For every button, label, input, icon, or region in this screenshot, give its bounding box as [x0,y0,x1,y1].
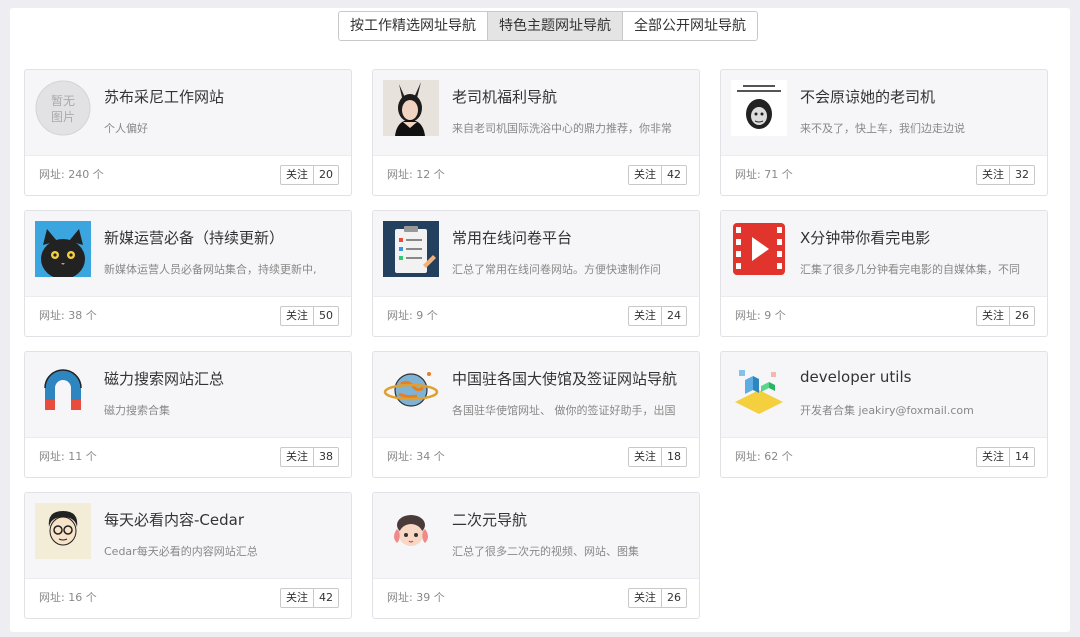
nav-card[interactable]: 中国驻各国大使馆及签证网站导航 各国驻华使馆网址、 做你的签证好助手，出国 网址… [372,351,700,478]
follow-count: 50 [319,309,333,322]
follow-count: 38 [319,450,333,463]
card-description: 新媒体运营人员必备网站集合，持续更新中, [104,263,317,276]
nav-card[interactable]: developer utils 开发者合集 jeakiry@foxmail.co… [720,351,1048,478]
follow-button[interactable]: 关注 42 [280,588,339,608]
follow-count: 42 [667,168,681,181]
nav-card[interactable]: 老司机福利导航 来自老司机国际洗浴中心的鼎力推荐，你非常 网址: 12 个 关注… [372,69,700,196]
follow-count: 42 [319,591,333,604]
follow-label: 关注 [629,448,662,466]
clipboard-survey-icon [383,221,439,277]
meme-face-image [731,80,787,136]
follow-button[interactable]: 关注 18 [628,447,687,467]
card-title[interactable]: 新媒运营必备（持续更新） [104,227,341,248]
follow-button[interactable]: 关注 20 [280,165,339,185]
no-image-placeholder-icon: 暂无 图片 [35,80,91,136]
card-title[interactable]: 二次元导航 [452,509,689,530]
url-count: 网址: 16 个 [39,591,97,604]
card-description: 汇总了很多二次元的视频、网站、图集 [452,545,639,558]
card-description: 来自老司机国际洗浴中心的鼎力推荐，你非常 [452,122,672,135]
cartoon-face-icon [35,503,91,559]
card-description: 各国驻华使馆网址、 做你的签证好助手，出国 [452,404,676,417]
follow-label: 关注 [629,166,662,184]
url-count: 网址: 9 个 [735,309,786,322]
card-title[interactable]: 中国驻各国大使馆及签证网站导航 [452,368,689,389]
follow-button[interactable]: 关注 26 [628,588,687,608]
card-title[interactable]: 苏布采尼工作网站 [104,86,341,107]
follow-label: 关注 [281,307,314,325]
follow-label: 关注 [977,307,1010,325]
card-description: Cedar每天必看的内容网站汇总 [104,545,258,558]
tab-work-selected[interactable]: 按工作精选网址导航 [339,12,488,40]
follow-label: 关注 [281,448,314,466]
card-description: 磁力搜索合集 [104,404,170,417]
follow-label: 关注 [281,166,314,184]
follow-count: 20 [319,168,333,181]
planet-icon [383,362,439,418]
follow-count: 18 [667,450,681,463]
nav-card[interactable]: 磁力搜索网站汇总 磁力搜索合集 网址: 11 个 关注 38 [24,351,352,478]
category-tabs: 按工作精选网址导航 特色主题网址导航 全部公开网址导航 [338,11,758,41]
url-count: 网址: 11 个 [39,450,97,463]
card-description: 个人偏好 [104,122,148,135]
follow-button[interactable]: 关注 26 [976,306,1035,326]
nav-card[interactable]: 不会原谅她的老司机 来不及了，快上车，我们边走边说 网址: 71 个 关注 32 [720,69,1048,196]
follow-label: 关注 [629,589,662,607]
url-count: 网址: 71 个 [735,168,793,181]
bunny-girl-photo [383,80,439,136]
nav-card[interactable]: 暂无 图片 苏布采尼工作网站 个人偏好 网址: 240 个 关注 20 [24,69,352,196]
card-title[interactable]: 老司机福利导航 [452,86,689,107]
nav-card[interactable]: 新媒运营必备（持续更新） 新媒体运营人员必备网站集合，持续更新中, 网址: 38… [24,210,352,337]
card-description: 汇集了很多几分钟看完电影的自媒体集，不同 [800,263,1020,276]
card-title[interactable]: X分钟带你看完电影 [800,227,1037,248]
tab-featured-themes[interactable]: 特色主题网址导航 [488,12,623,40]
follow-label: 关注 [629,307,662,325]
anime-girl-icon [383,503,439,559]
nav-card[interactable]: 二次元导航 汇总了很多二次元的视频、网站、图集 网址: 39 个 关注 26 [372,492,700,619]
follow-count: 32 [1015,168,1029,181]
card-description: 开发者合集 jeakiry@foxmail.com [800,404,974,417]
card-title[interactable]: 常用在线问卷平台 [452,227,689,248]
url-count: 网址: 9 个 [387,309,438,322]
follow-button[interactable]: 关注 32 [976,165,1035,185]
card-title[interactable]: 每天必看内容-Cedar [104,509,341,530]
follow-label: 关注 [281,589,314,607]
tab-all-public[interactable]: 全部公开网址导航 [623,12,757,40]
film-play-icon [731,221,787,277]
follow-button[interactable]: 关注 50 [280,306,339,326]
url-count: 网址: 39 个 [387,591,445,604]
nav-card[interactable]: 常用在线问卷平台 汇总了常用在线问卷网站。方便快速制作问 网址: 9 个 关注 … [372,210,700,337]
follow-count: 26 [667,591,681,604]
follow-label: 关注 [977,166,1010,184]
url-count: 网址: 38 个 [39,309,97,322]
card-title[interactable]: 不会原谅她的老司机 [800,86,1037,107]
magnet-icon [35,362,91,418]
card-description: 汇总了常用在线问卷网站。方便快速制作问 [452,263,661,276]
black-cat-icon [35,221,91,277]
follow-button[interactable]: 关注 42 [628,165,687,185]
url-count: 网址: 240 个 [39,168,104,181]
follow-label: 关注 [977,448,1010,466]
follow-button[interactable]: 关注 14 [976,447,1035,467]
url-count: 网址: 12 个 [387,168,445,181]
follow-count: 24 [667,309,681,322]
isometric-city-icon [731,362,787,418]
url-count: 网址: 62 个 [735,450,793,463]
svg-text:图片: 图片 [51,110,75,124]
card-description: 来不及了，快上车，我们边走边说 [800,122,965,135]
follow-count: 26 [1015,309,1029,322]
follow-button[interactable]: 关注 24 [628,306,687,326]
card-title[interactable]: 磁力搜索网站汇总 [104,368,341,389]
nav-card[interactable]: 每天必看内容-Cedar Cedar每天必看的内容网站汇总 网址: 16 个 关… [24,492,352,619]
follow-count: 14 [1015,450,1029,463]
card-title[interactable]: developer utils [800,368,1037,386]
url-count: 网址: 34 个 [387,450,445,463]
follow-button[interactable]: 关注 38 [280,447,339,467]
nav-card[interactable]: X分钟带你看完电影 汇集了很多几分钟看完电影的自媒体集，不同 网址: 9 个 关… [720,210,1048,337]
svg-text:暂无: 暂无 [51,94,75,108]
